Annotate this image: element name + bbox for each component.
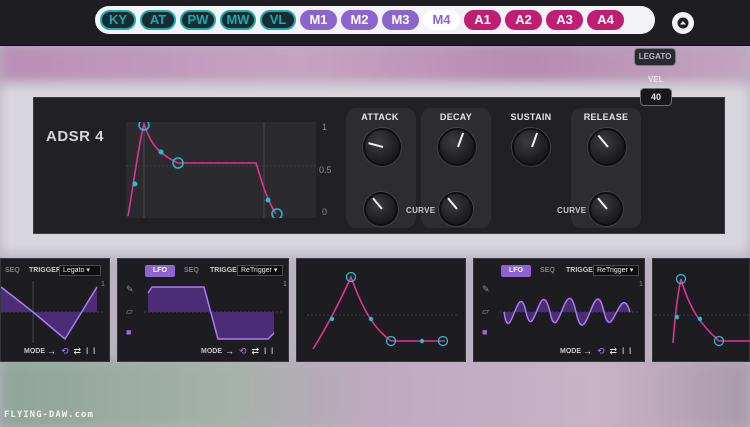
mod-card-5 xyxy=(652,258,750,362)
mode-icon-group[interactable]: →⟲⇄ll xyxy=(47,346,100,357)
eraser-icon[interactable]: ▱ xyxy=(126,306,133,317)
seq-tab[interactable]: SEQ xyxy=(540,267,555,274)
card4-wave[interactable] xyxy=(500,281,640,343)
attack-knob[interactable] xyxy=(363,128,401,166)
release-label: RELEASE xyxy=(583,112,629,122)
pingpong-icon: ⇄ xyxy=(251,346,265,356)
watermark: FLYING-DAW.com xyxy=(4,410,94,420)
mode-icon-group[interactable]: →⟲⇄ll xyxy=(225,346,278,357)
card4-tick-1: 1 xyxy=(639,281,643,288)
tab-ky[interactable]: KY xyxy=(100,10,136,30)
eraser-icon[interactable]: ▱ xyxy=(482,306,489,317)
seq-tab[interactable]: SEQ xyxy=(5,267,20,274)
one-shot-icon: → xyxy=(583,346,597,356)
pause-icon: ll xyxy=(622,346,637,356)
tab-a2[interactable]: A2 xyxy=(505,10,542,30)
release-handle[interactable] xyxy=(265,197,271,203)
folder-icon[interactable]: ■ xyxy=(126,327,131,337)
release-curve-label: CURVE xyxy=(557,206,587,215)
graph-tick-0: 0 xyxy=(322,207,328,217)
decay-label: DECAY xyxy=(439,112,473,122)
decay-handle[interactable] xyxy=(158,149,164,155)
attack-curve-knob[interactable] xyxy=(364,192,398,226)
tab-a4[interactable]: A4 xyxy=(587,10,624,30)
sustain-label: SUSTAIN xyxy=(510,112,552,122)
trigger-select[interactable]: ReTrigger ▾ xyxy=(237,265,283,276)
envelope-curve-svg xyxy=(126,122,316,218)
pingpong-icon: ⇄ xyxy=(73,346,87,356)
chevron-up-icon xyxy=(677,17,689,29)
mode-label: MODE xyxy=(560,348,581,355)
seq-tab[interactable]: SEQ xyxy=(184,267,199,274)
loop-icon: ⟲ xyxy=(597,346,610,356)
pencil-icon[interactable]: ✎ xyxy=(126,284,134,295)
mode-label: MODE xyxy=(24,348,45,355)
pause-icon: ll xyxy=(86,346,101,356)
one-shot-icon: → xyxy=(225,346,239,356)
card5-envelope[interactable] xyxy=(655,267,750,359)
tab-mw[interactable]: MW xyxy=(220,10,256,30)
lfo-tab[interactable]: LFO xyxy=(501,265,531,277)
folder-icon[interactable]: ■ xyxy=(482,327,487,337)
card2-tick-1: 1 xyxy=(283,281,287,288)
trigger-select[interactable]: ReTrigger ▾ xyxy=(593,265,639,276)
mod-card-4: LFO SEQ TRIGGER ReTrigger ▾ ✎ ▱ ■ 1 MODE… xyxy=(473,258,645,362)
release-node[interactable] xyxy=(271,208,283,218)
pencil-icon[interactable]: ✎ xyxy=(482,284,490,295)
attack-label: ATTACK xyxy=(361,112,399,122)
modulator-tab-bar: KY AT PW MW VL M1 M2 M3 M4 A1 A2 A3 A4 xyxy=(95,6,655,34)
tab-pw[interactable]: PW xyxy=(180,10,216,30)
decay-curve-label: CURVE xyxy=(406,206,436,215)
card2-wave[interactable] xyxy=(144,281,284,343)
release-knob[interactable] xyxy=(588,128,626,166)
panel-title: ADSR 4 xyxy=(46,128,105,145)
graph-tick-1: 1 xyxy=(322,122,328,132)
tab-a3[interactable]: A3 xyxy=(546,10,583,30)
card1-wave[interactable] xyxy=(1,281,105,343)
trigger-label: TRIGGER xyxy=(29,267,61,274)
pause-icon: ll xyxy=(264,346,279,356)
mod-card-3 xyxy=(296,258,466,362)
trigger-select[interactable]: Legato ▾ xyxy=(59,265,101,276)
mode-label: MODE xyxy=(201,348,222,355)
legato-button[interactable]: LEGATO xyxy=(634,48,676,66)
lfo-tab[interactable]: LFO xyxy=(145,265,175,277)
tab-m1[interactable]: M1 xyxy=(300,10,337,30)
modulation-topbar: KY AT PW MW VL M1 M2 M3 M4 A1 A2 A3 A4 xyxy=(0,0,750,46)
tab-m4[interactable]: M4 xyxy=(423,10,460,30)
card1-tick-1: 1 xyxy=(101,281,105,288)
tab-m3[interactable]: M3 xyxy=(382,10,419,30)
tab-vl[interactable]: VL xyxy=(260,10,296,30)
pingpong-icon: ⇄ xyxy=(609,346,623,356)
tab-m2[interactable]: M2 xyxy=(341,10,378,30)
tab-at[interactable]: AT xyxy=(140,10,176,30)
collapse-button[interactable] xyxy=(672,12,694,34)
trigger-value: Legato xyxy=(63,267,85,274)
mod-card-2: LFO SEQ TRIGGER ReTrigger ▾ ✎ ▱ ■ 1 MODE… xyxy=(117,258,289,362)
card3-envelope[interactable] xyxy=(307,267,457,359)
release-curve-knob[interactable] xyxy=(589,192,623,226)
mod-card-1: SEQ TRIGGER Legato ▾ 1 MODE →⟲⇄ll xyxy=(0,258,110,362)
tab-a1[interactable]: A1 xyxy=(464,10,501,30)
velocity-label: VEL xyxy=(648,75,664,84)
sustain-knob[interactable] xyxy=(512,128,550,166)
velocity-field[interactable]: 40 xyxy=(640,88,672,106)
adsr-panel: ADSR 4 1 0.5 0 ATTACK DECAY SUSTAIN RELE… xyxy=(33,97,725,234)
bg-band xyxy=(0,360,750,427)
one-shot-icon: → xyxy=(47,346,61,356)
graph-tick-half: 0.5 xyxy=(319,165,332,175)
mode-icon-group[interactable]: →⟲⇄ll xyxy=(583,346,636,357)
attack-handle[interactable] xyxy=(132,181,138,187)
decay-curve-knob[interactable] xyxy=(439,192,473,226)
loop-icon: ⟲ xyxy=(61,346,74,356)
decay-knob[interactable] xyxy=(438,128,476,166)
loop-icon: ⟲ xyxy=(239,346,252,356)
trigger-value: ReTrigger xyxy=(241,267,272,274)
envelope-graph[interactable] xyxy=(126,122,316,218)
trigger-value: ReTrigger xyxy=(597,267,628,274)
